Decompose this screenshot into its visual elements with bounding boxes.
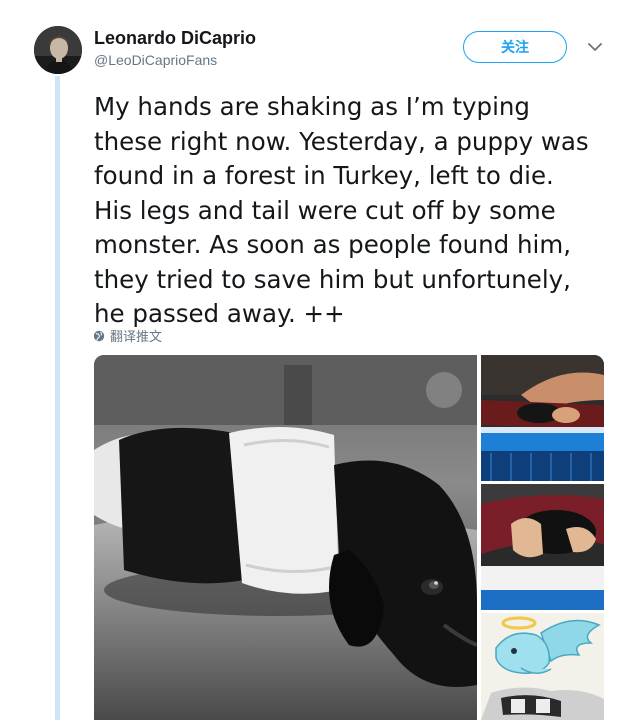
translate-tweet-link[interactable]: 翻译推文 [93,326,162,345]
tweet-text-line: found in a forest in Turkey, left to die… [94,161,554,190]
tweet-text: My hands are shaking as I’m typing these… [94,90,614,332]
translate-label: 翻译推文 [110,330,163,345]
tweet-text-line: His legs and tail were cut off by some [94,195,556,225]
tweet-text-line: they tried to save him but unfortunely, [94,264,571,294]
tweet-text-line: monster. As soon as people found him, [94,230,571,259]
author-handle[interactable]: @LeoDiCaprioFans [94,52,217,68]
tweet-photo-main[interactable] [94,355,477,720]
tweet-photo-puppy-blanket[interactable] [481,484,604,610]
author-display-name[interactable]: Leonardo DiCaprio [94,28,256,49]
chevron-down-icon[interactable] [586,38,604,56]
thread-line [55,76,60,720]
tweet-text-line: these right now. Yesterday, a puppy was [94,126,589,156]
globe-icon [93,330,105,342]
tweet-photo-vet-table[interactable] [481,355,604,481]
tweet-text-line: My hands are shaking as I’m typing [94,92,530,121]
author-avatar[interactable] [34,26,82,74]
tweet-text-line: he passed away. ++ [94,299,345,328]
tweet-photo-angel-dog[interactable] [481,613,604,720]
follow-button[interactable]: 关注 [463,31,567,63]
